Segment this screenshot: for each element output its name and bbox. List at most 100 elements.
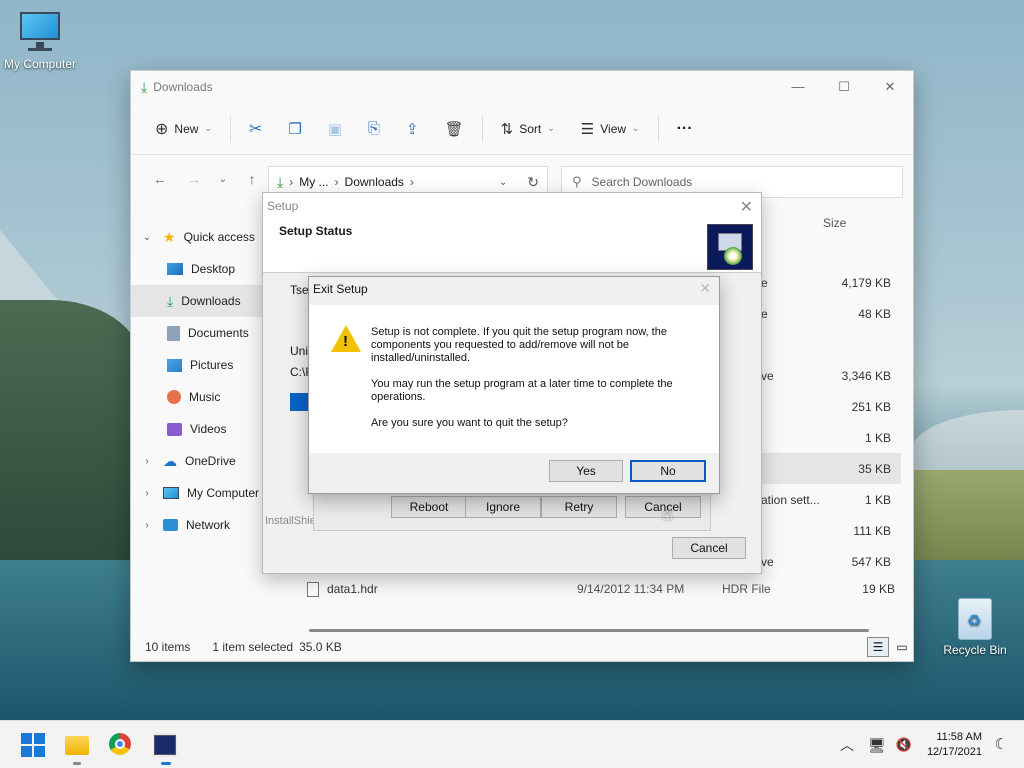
copy-icon: ❐ [288,120,302,138]
notification-moon-icon[interactable]: ☾ [995,735,1008,753]
selection-size: 35.0 KB [299,640,342,654]
sort-button[interactable]: ⇅ Sort ⌄ [493,114,563,144]
column-header-size[interactable]: Size [823,216,846,230]
size-cell[interactable]: 1 KB [751,422,901,453]
size-cell[interactable]: 48 KB [751,298,901,329]
back-button[interactable]: ← [143,171,177,187]
videos-icon [167,422,182,436]
recent-locations-button[interactable]: ⌄ [211,174,235,185]
view-button[interactable]: ☰ View ⌄ [573,114,648,144]
sidebar-item-label: Videos [190,422,227,436]
delete-button[interactable]: 🗑 [437,114,472,144]
size-value: 547 KB [851,554,891,569]
chevron-right-icon: › [409,175,414,189]
size-cell[interactable]: 251 KB [751,391,901,422]
address-dropdown-icon[interactable]: ⌄ [499,177,507,188]
size-value: 251 KB [851,399,891,414]
desktop-icon-recycle-bin[interactable]: ♻ Recycle Bin [935,598,1015,657]
share-button[interactable]: ⇪ [398,114,427,144]
details-view-button[interactable]: ☰ [867,637,889,657]
tiles-view-button[interactable]: ▭ [891,637,913,657]
desktop-icon-my-computer[interactable]: My Computer [0,10,80,71]
size-value: 1 KB [864,492,891,507]
clock[interactable]: 11:58 AM 12/17/2021 [927,730,982,760]
refresh-icon[interactable]: ↻ [527,174,539,191]
installer-icon [154,735,176,755]
up-button[interactable]: ↑ [235,171,269,187]
file-type: HDR File [722,582,771,596]
paste-icon: ▣ [327,120,343,138]
toolbar-separator [481,115,483,142]
size-cell[interactable]: 3,346 KB [751,360,901,391]
status-bar: 10 items 1 item selected 35.0 KB [131,633,913,661]
installer-logo-icon [707,224,753,270]
chevron-right-icon[interactable]: › [139,456,155,467]
command-bar: ⊕ New ⌄ ✂ ❐ ▣ ⎘ ⇪ 🗑 ⇅ Sort ⌄ ☰ View ⌄ ··… [131,103,913,155]
copy-button[interactable]: ❐ [280,114,309,144]
forward-button[interactable]: → [177,171,211,187]
no-button[interactable]: No [630,460,706,482]
chevron-right-icon[interactable]: › [139,520,155,531]
retry-button[interactable]: Retry [541,496,617,518]
new-label: New [174,121,199,136]
progress-bar-fill [290,393,310,411]
chevron-right-icon[interactable]: › [139,488,155,499]
download-icon: ⤓ [167,292,174,309]
reboot-button[interactable]: Reboot [391,496,467,518]
size-cell[interactable]: 111 KB [751,515,901,546]
breadcrumb-downloads[interactable]: Downloads [345,175,404,189]
close-button[interactable]: ✕ [867,79,913,95]
setup-status-heading: Setup Status [279,224,353,238]
breadcrumb-my-computer[interactable]: My ... [299,175,328,189]
size-cell[interactable]: 1 KB [751,484,901,515]
volume-muted-icon[interactable]: 🔇 [896,737,912,753]
exit-dialog-body: ! Setup is not complete. If you quit the… [309,305,719,453]
taskbar-chrome[interactable] [109,733,133,757]
size-cell[interactable]: 547 KB [751,546,901,577]
exit-dialog-title: Exit Setup [313,282,368,296]
ignore-button[interactable]: Ignore [465,496,541,518]
desktop-folder-icon [167,263,183,275]
maximize-button[interactable]: ☐ [821,79,867,95]
taskbar: ︿ 🖥 🔇 11:58 AM 12/17/2021 ☾ [0,720,1024,768]
rename-button[interactable]: ⎘ [360,114,388,143]
toolbar-separator [229,115,231,142]
horizontal-scrollbar[interactable] [309,629,869,632]
cut-button[interactable]: ✂ [241,113,270,145]
size-cell-selected[interactable]: 35 KB [751,453,901,484]
scissors-icon: ✂ [248,120,263,138]
taskbar-setup-app[interactable] [153,733,177,757]
start-button[interactable] [21,733,45,757]
sidebar-item-label: Desktop [191,262,236,276]
windows-logo-icon [21,733,45,757]
recycle-bin-icon: ♻ [958,598,992,640]
yes-button[interactable]: Yes [549,460,623,482]
close-icon[interactable]: ✕ [699,280,711,297]
exit-message-2: You may run the setup program at a later… [371,378,673,403]
search-placeholder: Search Downloads [591,175,693,189]
file-name: data1.hdr [327,582,378,596]
file-date: 9/14/2012 11:34 PM [577,582,685,596]
close-icon[interactable]: ✕ [740,197,753,217]
show-hidden-icons-chevron-icon[interactable]: ︿ [840,735,854,755]
chevron-down-icon[interactable]: ⌄ [139,232,155,243]
new-button[interactable]: ⊕ New ⌄ [147,113,220,145]
running-indicator [161,762,171,765]
size-column: 4,179 KB 48 KB 3,346 KB 251 KB 1 KB 35 K… [751,267,901,577]
size-value: 111 KB [853,523,891,538]
toolbar-separator [657,115,659,142]
paste-button[interactable]: ▣ [320,114,350,144]
running-indicator [73,762,81,765]
exit-setup-dialog: Exit Setup ✕ ! Setup is not complete. If… [308,276,720,494]
taskbar-file-explorer[interactable] [65,733,89,757]
file-row-data1-hdr[interactable]: data1.hdr 9/14/2012 11:34 PM HDR File 19… [307,574,905,604]
minimize-button[interactable]: — [775,79,821,95]
size-value: 1 KB [864,430,891,445]
cancel-button[interactable]: Cancel [672,537,746,559]
network-status-icon[interactable]: 🖥 [868,737,886,754]
size-cell[interactable] [751,329,901,360]
search-icon: ⚲ [572,174,582,189]
details-view-icon: ☰ [872,640,884,654]
size-cell[interactable]: 4,179 KB [751,267,901,298]
more-options-button[interactable]: ··· [669,114,701,144]
